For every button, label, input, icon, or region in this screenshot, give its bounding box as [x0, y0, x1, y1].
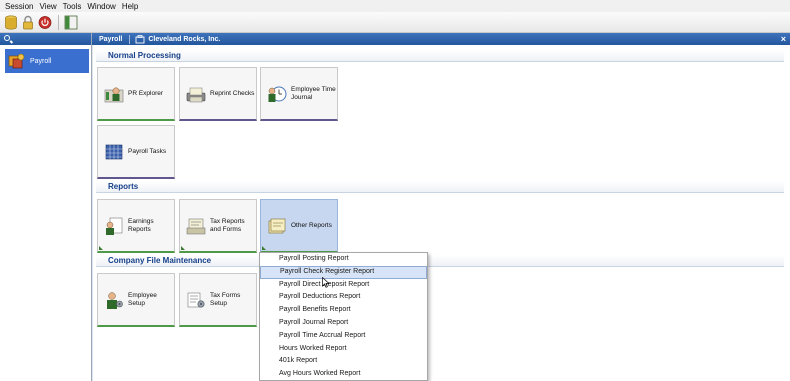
tile-earnings-reports[interactable]: Earnings Reports: [97, 199, 175, 253]
menu-item-payroll-posting-report[interactable]: Payroll Posting Report: [260, 253, 427, 266]
tax-forms-setup-icon: [187, 292, 205, 308]
menu-item-avg-hours-worked-report[interactable]: Avg Hours Worked Report: [260, 368, 427, 381]
payroll-icon: [8, 53, 25, 69]
tile-label: Employee Setup: [128, 292, 157, 307]
section-normal-processing: Normal Processing: [96, 50, 784, 62]
tile-label: Tax Reports and Forms: [210, 218, 245, 233]
company-name: Cleveland Rocks, Inc.: [148, 35, 221, 43]
content-header: Payroll Cleveland Rocks, Inc. ×: [92, 33, 790, 45]
tax-reports-icon: [186, 218, 206, 234]
tile-label: PR Explorer: [128, 89, 164, 97]
tile-employee-time-journal[interactable]: Employee Time Journal: [260, 67, 338, 121]
tile-corner-marker: [181, 246, 185, 250]
tile-corner-marker: [99, 246, 103, 250]
menu-window[interactable]: Window: [84, 2, 118, 11]
tile-payroll-tasks[interactable]: Payroll Tasks: [97, 125, 175, 179]
sidebar-item-label: Payroll: [30, 57, 52, 65]
earnings-reports-icon: [106, 217, 123, 235]
company-icon: [135, 34, 145, 43]
menu-help[interactable]: Help: [119, 2, 141, 11]
tile-tax-reports-forms[interactable]: Tax Reports and Forms: [179, 199, 257, 253]
mouse-cursor-icon: [322, 277, 330, 288]
menu-tools[interactable]: Tools: [60, 2, 85, 11]
sidebar-item-payroll[interactable]: Payroll: [5, 49, 89, 73]
menu-item-payroll-deductions-report[interactable]: Payroll Deductions Report: [260, 291, 427, 304]
tile-employee-setup[interactable]: Employee Setup: [97, 273, 175, 327]
breadcrumb-module: Payroll: [99, 35, 123, 43]
lock-icon[interactable]: [21, 15, 35, 30]
menu-item-payroll-time-accrual-report[interactable]: Payroll Time Accrual Report: [260, 330, 427, 343]
other-reports-menu: Payroll Posting Report Payroll Check Reg…: [259, 252, 428, 381]
other-reports-icon: [268, 218, 286, 233]
menu-item-payroll-direct-deposit-report[interactable]: Payroll Direct Deposit Report: [260, 279, 427, 292]
tile-label: Payroll Tasks: [128, 147, 167, 155]
tile-tax-forms-setup[interactable]: Tax Forms Setup: [179, 273, 257, 327]
menu-item-payroll-journal-report[interactable]: Payroll Journal Report: [260, 317, 427, 330]
tile-label: Reprint Checks: [210, 89, 255, 97]
menu-item-hours-worked-report[interactable]: Hours Worked Report: [260, 343, 427, 356]
header-divider: [129, 34, 131, 44]
menu-session[interactable]: Session: [2, 2, 36, 11]
menu-item-payroll-benefits-report[interactable]: Payroll Benefits Report: [260, 304, 427, 317]
menu-view[interactable]: View: [36, 2, 59, 11]
menu-item-401k-report[interactable]: 401k Report: [260, 355, 427, 368]
main-content: Normal Processing PR Explorer Reprint Ch…: [92, 45, 790, 381]
navigation-header: [0, 33, 91, 45]
pr-explorer-icon: [104, 87, 124, 102]
tile-label: Other Reports: [291, 221, 332, 229]
tile-corner-marker: [262, 246, 266, 250]
navigation-pane: Payroll: [0, 33, 92, 381]
toolbar: [0, 12, 790, 33]
menu-item-payroll-check-register-report[interactable]: Payroll Check Register Report: [260, 265, 427, 279]
reprint-checks-icon: [186, 87, 206, 102]
database-icon[interactable]: [4, 15, 18, 30]
tile-other-reports[interactable]: Other Reports: [260, 199, 338, 253]
toolbar-separator: [58, 15, 59, 30]
section-company-file-maintenance: Company File Maintenance: [96, 255, 784, 267]
tile-label: Employee Time Journal: [291, 86, 336, 101]
employee-setup-icon: [107, 291, 123, 309]
tile-label: Tax Forms Setup: [210, 292, 241, 307]
menu-bar: Session View Tools Window Help: [0, 0, 790, 12]
tile-pr-explorer[interactable]: PR Explorer: [97, 67, 175, 121]
close-icon[interactable]: ×: [781, 33, 786, 45]
panel-icon[interactable]: [64, 15, 78, 30]
section-reports: Reports: [96, 181, 784, 193]
search-icon[interactable]: [4, 35, 10, 41]
tile-label: Earnings Reports: [128, 218, 154, 233]
employee-time-journal-icon: [268, 86, 287, 102]
tile-reprint-checks[interactable]: Reprint Checks: [179, 67, 257, 121]
power-icon[interactable]: [38, 15, 52, 30]
payroll-tasks-icon: [105, 144, 123, 159]
